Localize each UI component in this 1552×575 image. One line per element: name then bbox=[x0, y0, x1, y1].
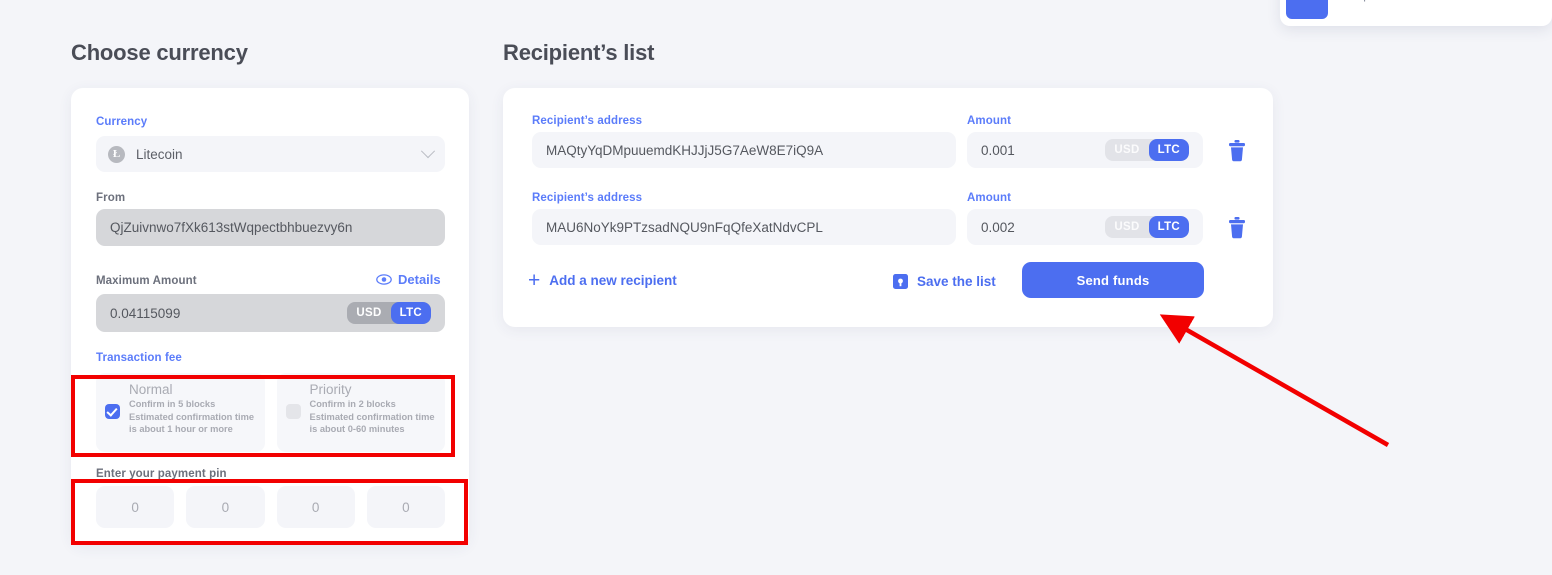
save-the-list-label: Save the list bbox=[917, 274, 996, 289]
toggle-usd[interactable]: USD bbox=[347, 302, 390, 324]
details-link[interactable]: Details bbox=[376, 272, 441, 287]
toggle-ltc[interactable]: LTC bbox=[390, 302, 431, 324]
eye-icon bbox=[376, 274, 392, 285]
amount-value-2: 0.002 bbox=[981, 219, 1015, 235]
payment-pin-inputs: 0 0 0 0 bbox=[96, 486, 445, 528]
details-link-label: Details bbox=[398, 272, 441, 287]
recipient-address-input-2[interactable]: MAU6NoYk9PTzsadNQU9nFqQfeXatNdvCPL bbox=[532, 209, 956, 245]
fee-normal-line-3: is about 1 hour or more bbox=[129, 424, 233, 434]
add-new-recipient-button[interactable]: + Add a new recipient bbox=[528, 268, 677, 292]
amount-label-1: Amount bbox=[967, 115, 1012, 127]
top-partial-card[interactable]: and parsed bbox=[1280, 0, 1552, 26]
top-partial-card-text: and parsed bbox=[1342, 0, 1397, 2]
maximum-amount-value: 0.04115099 bbox=[110, 305, 181, 321]
fee-option-priority[interactable]: Priority Confirm in 2 blocks Estimated c… bbox=[276, 373, 445, 452]
add-new-recipient-label: Add a new recipient bbox=[549, 273, 677, 288]
pin-digit-1[interactable]: 0 bbox=[96, 486, 175, 528]
toggle-usd-2[interactable]: USD bbox=[1105, 216, 1148, 238]
recipients-list-card: Recipient’s address Amount MAQtyYqDMpuue… bbox=[503, 88, 1273, 327]
amount-currency-toggle-1[interactable]: USD LTC bbox=[1105, 139, 1189, 161]
from-label: From bbox=[96, 192, 126, 204]
toggle-ltc-1[interactable]: LTC bbox=[1148, 139, 1189, 161]
fee-priority-checkbox[interactable] bbox=[285, 404, 301, 419]
fee-priority-line-2: Estimated confirmation time bbox=[309, 411, 435, 422]
plus-icon: + bbox=[528, 268, 541, 292]
maximum-amount-input[interactable]: 0.04115099 USD LTC bbox=[96, 294, 445, 332]
fee-priority-line-3: is about 0-60 minutes bbox=[309, 424, 405, 434]
amount-value-1: 0.001 bbox=[981, 142, 1015, 158]
color-swatch bbox=[1286, 0, 1328, 19]
pin-digit-4[interactable]: 0 bbox=[366, 486, 445, 528]
pin-digit-2[interactable]: 0 bbox=[186, 486, 265, 528]
toggle-usd-1[interactable]: USD bbox=[1105, 139, 1148, 161]
amount-input-2[interactable]: 0.002 USD LTC bbox=[967, 209, 1203, 245]
recipient-address-label-1: Recipient’s address bbox=[532, 115, 643, 127]
fee-normal-line-1: Confirm in 5 blocks bbox=[129, 399, 216, 409]
currency-select[interactable]: Ł Litecoin bbox=[96, 136, 445, 172]
trash-icon bbox=[1229, 217, 1245, 239]
recipient-address-input-1[interactable]: MAQtyYqDMpuuemdKHJJjJ5G7AeW8E7iQ9A bbox=[532, 132, 956, 168]
payment-pin-label: Enter your payment pin bbox=[96, 468, 227, 480]
transaction-fee-options: Normal Confirm in 5 blocks Estimated con… bbox=[96, 373, 445, 452]
payment-page: and parsed Choose currency Recipient’s l… bbox=[0, 0, 1552, 575]
delete-recipient-button-2[interactable] bbox=[1226, 216, 1248, 240]
currency-label: Currency bbox=[96, 116, 148, 128]
page-title-recipients-list: Recipient’s list bbox=[503, 40, 655, 65]
fee-normal-checkbox[interactable] bbox=[105, 404, 120, 419]
amount-input-1[interactable]: 0.001 USD LTC bbox=[967, 132, 1203, 168]
save-the-list-button[interactable]: Save the list bbox=[893, 274, 996, 289]
from-address-input[interactable]: QjZuivnwo7fXk613stWqpectbhbuezvy6n bbox=[96, 209, 445, 246]
currency-select-value: Litecoin bbox=[136, 146, 183, 162]
toggle-ltc-2[interactable]: LTC bbox=[1148, 216, 1189, 238]
delete-recipient-button-1[interactable] bbox=[1226, 139, 1248, 163]
fee-normal-line-2: Estimated confirmation time bbox=[129, 411, 255, 422]
fee-option-normal[interactable]: Normal Confirm in 5 blocks Estimated con… bbox=[96, 373, 265, 452]
fee-priority-title: Priority bbox=[309, 382, 352, 397]
fee-priority-line-1: Confirm in 2 blocks bbox=[309, 399, 396, 409]
max-amount-currency-toggle[interactable]: USD LTC bbox=[347, 302, 431, 324]
choose-currency-card: Currency Ł Litecoin From QjZuivnwo7fXk61… bbox=[71, 88, 469, 545]
floppy-disk-icon bbox=[893, 274, 908, 289]
page-title-choose-currency: Choose currency bbox=[71, 40, 248, 65]
pin-digit-3[interactable]: 0 bbox=[276, 486, 355, 528]
trash-icon bbox=[1229, 140, 1245, 162]
recipient-address-label-2: Recipient’s address bbox=[532, 192, 643, 204]
litecoin-icon: Ł bbox=[108, 145, 125, 163]
amount-label-2: Amount bbox=[967, 192, 1012, 204]
maximum-amount-label: Maximum Amount bbox=[96, 275, 197, 287]
send-funds-button[interactable]: Send funds bbox=[1022, 262, 1204, 298]
amount-currency-toggle-2[interactable]: USD LTC bbox=[1105, 216, 1189, 238]
fee-normal-title: Normal bbox=[129, 382, 173, 397]
transaction-fee-label: Transaction fee bbox=[96, 352, 182, 364]
chevron-down-icon bbox=[420, 144, 436, 159]
